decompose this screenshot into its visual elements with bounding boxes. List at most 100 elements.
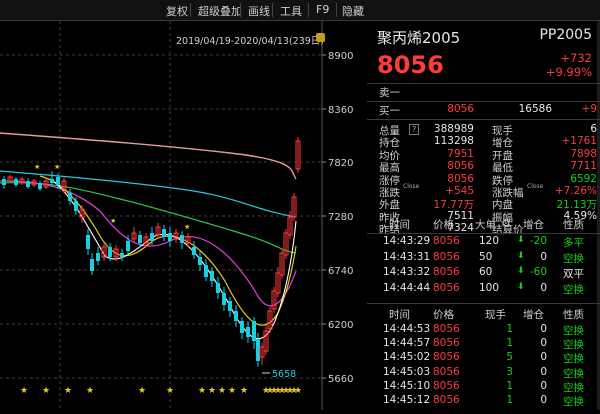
trade-nature: 空换	[563, 367, 584, 380]
arrow-down-icon: ⬇	[517, 281, 525, 292]
trade-pos: 0	[540, 365, 547, 378]
ticks-col-header[interactable]: 大单	[475, 217, 496, 232]
trades-col-header[interactable]: 性质	[563, 307, 584, 322]
arrow-down-icon: ⬇	[517, 250, 525, 261]
tick-price: 8056	[433, 235, 460, 247]
trade-nature: 空换	[563, 396, 584, 408]
buy1-delta: +9	[581, 103, 597, 115]
star-marker-icon: ★	[20, 386, 28, 396]
kline-chart[interactable]: 8900 8360 7820 7280 6740 6200 5660 5658 ★ ★ ★ ★ ★ ★ ★ ★…	[0, 21, 366, 410]
trade-price: 8056	[433, 394, 460, 406]
price-change: +732	[560, 51, 592, 65]
buy1-row[interactable]: 买一 8056 16586 +9	[367, 103, 600, 118]
close-tag: Close	[527, 183, 544, 190]
divider	[367, 83, 600, 84]
star-marker-icon: ★	[218, 386, 226, 396]
candle-body	[162, 229, 166, 237]
trade-nature: 空换	[563, 381, 584, 394]
candle-body	[126, 241, 130, 251]
candle-body	[204, 265, 208, 277]
trade-nature: 空换	[563, 325, 584, 337]
candle-body	[90, 259, 94, 271]
divider	[367, 119, 600, 120]
stat-value: 8056	[447, 172, 474, 185]
tick-time: 14:43:32	[383, 266, 431, 278]
candle-body	[74, 201, 78, 211]
toolbar-item-3[interactable]: 工具	[280, 3, 302, 19]
star-marker-icon: ★	[240, 386, 248, 396]
info-icon[interactable]: ?	[409, 124, 420, 135]
toolbar-separator	[240, 3, 241, 17]
ticks-col-header[interactable]: 性质	[563, 217, 584, 232]
candle-body	[68, 193, 72, 201]
star-marker-icon: ★	[86, 386, 94, 396]
tick-nature: 多平	[563, 237, 584, 249]
star-marker-icon: ★	[34, 163, 40, 171]
lock-icon[interactable]	[316, 33, 325, 42]
trade-vol: 1	[506, 379, 513, 392]
star-marker-icon: ★	[294, 386, 302, 396]
price-tick-label: 8360	[328, 105, 353, 116]
price-tick-label: 7280	[328, 212, 353, 223]
sell1-row[interactable]: 卖一	[367, 85, 600, 100]
star-marker-icon: ★	[110, 217, 116, 225]
tick-nature: 空换	[563, 252, 584, 265]
tick-price: 8056	[433, 266, 460, 278]
tick-pos: 0	[540, 250, 547, 263]
trades-col-header[interactable]: 价格	[433, 307, 454, 322]
trade-vol: 5	[506, 351, 513, 364]
ticks-col-header[interactable]: 增仓	[523, 217, 544, 232]
toolbar-item-1[interactable]: 超级叠加	[198, 3, 242, 19]
stat-value: 7711	[570, 160, 597, 173]
candle-body	[138, 235, 142, 243]
stat-value: 6592	[570, 172, 597, 185]
trade-pos: 0	[540, 394, 547, 406]
date-range-label: 2019/04/19-2020/04/13(239日)	[176, 36, 324, 47]
settings-icon[interactable]: ⚙	[501, 217, 511, 230]
toolbar-item-4[interactable]: F9	[316, 3, 329, 16]
divider	[367, 233, 600, 234]
trades-col-header[interactable]: 现手	[485, 307, 506, 322]
trade-vol: 3	[506, 365, 513, 378]
trade-time: 14:45:10	[383, 379, 431, 392]
trade-price: 8056	[433, 337, 460, 350]
ticks-col-header[interactable]: 时间	[389, 217, 410, 232]
tick-pos: 0	[540, 281, 547, 294]
toolbar-item-5[interactable]: 隐藏	[342, 3, 364, 19]
toolbar-item-2[interactable]: 画线	[248, 3, 270, 19]
candle-body	[240, 321, 244, 333]
candle-body	[96, 253, 100, 261]
low-marker-label: 5658	[272, 369, 296, 380]
toolbar-separator	[190, 3, 191, 17]
trade-price: 8056	[433, 365, 460, 378]
tick-pos: -60	[529, 266, 547, 278]
trade-time: 14:45:03	[383, 365, 431, 378]
kline-svg[interactable]: 89008360782072806740620056605658★ ★ ★ ★ ★ ★ ★ ★…	[0, 21, 366, 410]
trade-price: 8056	[433, 351, 460, 364]
trade-time: 14:44:53	[383, 323, 431, 335]
ticks-col-header[interactable]: 价格	[433, 217, 454, 232]
candle-body	[2, 179, 6, 185]
trades-col-header[interactable]: 时间	[389, 307, 410, 322]
tick-nature: 空换	[563, 283, 584, 296]
trade-nature: 空换	[563, 339, 584, 352]
tick-vol: 120	[479, 235, 500, 247]
trade-time: 14:44:57	[383, 337, 431, 350]
candle-body	[216, 283, 220, 293]
candle-body	[192, 247, 196, 255]
sell1-label: 卖一	[379, 87, 400, 99]
buy1-label: 买一	[379, 105, 400, 117]
star-marker-icon: ★	[54, 163, 60, 171]
ma250-line	[0, 132, 297, 180]
candle-body	[150, 233, 154, 241]
ma5-line	[49, 178, 297, 340]
trades-col-header[interactable]: 增仓	[523, 307, 544, 322]
candle-body	[246, 327, 250, 337]
star-marker-icon: ★	[228, 386, 236, 396]
candle-body	[234, 311, 238, 321]
toolbar-item-0[interactable]: 复权	[166, 3, 188, 19]
candle-body	[50, 179, 54, 183]
quote-panel: 聚丙烯2005 PP2005 8056 +732 +9.99% 卖一 买一 80…	[367, 21, 600, 410]
trade-pos: 0	[540, 351, 547, 364]
trade-time: 14:45:02	[383, 351, 431, 364]
